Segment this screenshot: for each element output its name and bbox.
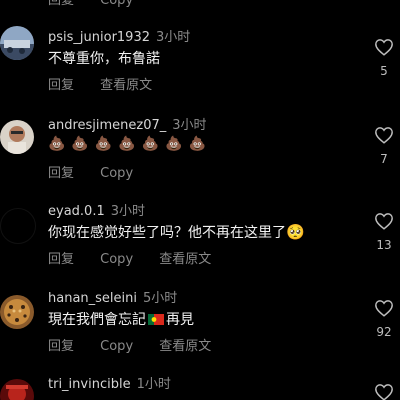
like-count: 5 [380, 64, 388, 78]
avatar[interactable] [0, 379, 34, 400]
reply-button[interactable]: 回复 [48, 339, 74, 354]
comment-text: 現在我們會忘記 再見 [48, 309, 194, 329]
comment-item: andresjimenez07_ 3小时 💩💩💩💩💩💩💩 回复 Copy 7 [0, 114, 400, 200]
comment-text: 你现在感觉好些了吗？他不再在这里了🥺 [48, 222, 309, 242]
like-button[interactable]: 13 [372, 212, 396, 252]
reply-button[interactable]: 回复 [48, 252, 74, 267]
avatar[interactable] [0, 208, 36, 244]
comment-text: 不尊重你，布鲁諾 [48, 51, 160, 67]
timestamp: 3小时 [110, 204, 145, 219]
heart-icon [375, 300, 393, 317]
like-button[interactable]: 5 [372, 38, 396, 78]
comment-actions: 回复 查看原文 [48, 74, 174, 93]
comment-text-content: 你现在感觉好些了吗？他不再在这里了 [48, 225, 286, 241]
comment-text-after: 再見 [166, 312, 194, 328]
comment-text: 💩💩💩💩💩💩💩 [48, 136, 213, 152]
heart-icon [375, 213, 393, 230]
comment-header: tri_invincible 1小时 [48, 373, 171, 392]
portugal-flag-icon [148, 314, 164, 325]
comment-item: hanan_seleini 5小时 現在我們會忘記 再見 回复 Copy 查看原文 … [0, 287, 400, 373]
comment-header: psis_junior1932 3小时 [48, 26, 190, 45]
like-button[interactable] [372, 383, 396, 400]
see-original-button[interactable]: 查看原文 [159, 339, 211, 354]
see-original-button[interactable]: 查看原文 [159, 252, 211, 267]
comment-text-before: 現在我們會忘記 [48, 312, 146, 328]
copy-button[interactable]: Copy [100, 339, 133, 354]
reply-button[interactable]: 回复 [48, 0, 74, 8]
pleading-emoji: 🥺 [286, 223, 305, 241]
timestamp: 5小时 [143, 291, 178, 306]
timestamp: 1小时 [136, 377, 171, 392]
reply-button[interactable]: 回复 [48, 166, 74, 181]
see-original-button[interactable]: 查看原文 [100, 78, 152, 93]
comment-header: eyad.0.1 3小时 [48, 200, 145, 219]
heart-icon [375, 39, 393, 56]
comment-item: tri_invincible 1小时 [0, 373, 400, 400]
heart-icon [375, 127, 393, 144]
like-count: 7 [380, 152, 388, 166]
copy-button[interactable]: Copy [100, 252, 133, 267]
avatar[interactable] [0, 295, 34, 329]
username[interactable]: hanan_seleini [48, 291, 137, 306]
avatar[interactable] [0, 120, 34, 154]
comment-item: eyad.0.1 3小时 你现在感觉好些了吗？他不再在这里了🥺 回复 Copy 查… [0, 200, 400, 286]
copy-button[interactable]: Copy [100, 166, 133, 181]
timestamp: 3小时 [156, 30, 191, 45]
copy-button[interactable]: Copy [100, 0, 133, 8]
comment-header: andresjimenez07_ 3小时 [48, 114, 207, 133]
username[interactable]: tri_invincible [48, 377, 131, 392]
like-button[interactable]: 7 [372, 126, 396, 166]
username[interactable]: eyad.0.1 [48, 204, 105, 219]
avatar[interactable] [0, 26, 34, 60]
like-count: 92 [376, 325, 392, 339]
like-count: 13 [376, 238, 392, 252]
username[interactable]: psis_junior1932 [48, 30, 150, 45]
timestamp: 3小时 [172, 118, 207, 133]
heart-icon [375, 384, 393, 400]
comment-item: psis_junior1932 3小时 不尊重你，布鲁諾 回复 查看原文 5 [0, 26, 400, 112]
like-button[interactable]: 92 [372, 299, 396, 339]
comment-actions: 回复 Copy 查看原文 [48, 335, 233, 354]
reply-button[interactable]: 回复 [48, 78, 74, 93]
comment-actions: 回复 Copy 查看原文 [48, 248, 233, 267]
comment-actions: 回复 Copy [48, 162, 155, 181]
previous-comment-actions: 回复 Copy [48, 0, 155, 8]
comment-header: hanan_seleini 5小时 [48, 287, 177, 306]
username[interactable]: andresjimenez07_ [48, 118, 166, 133]
